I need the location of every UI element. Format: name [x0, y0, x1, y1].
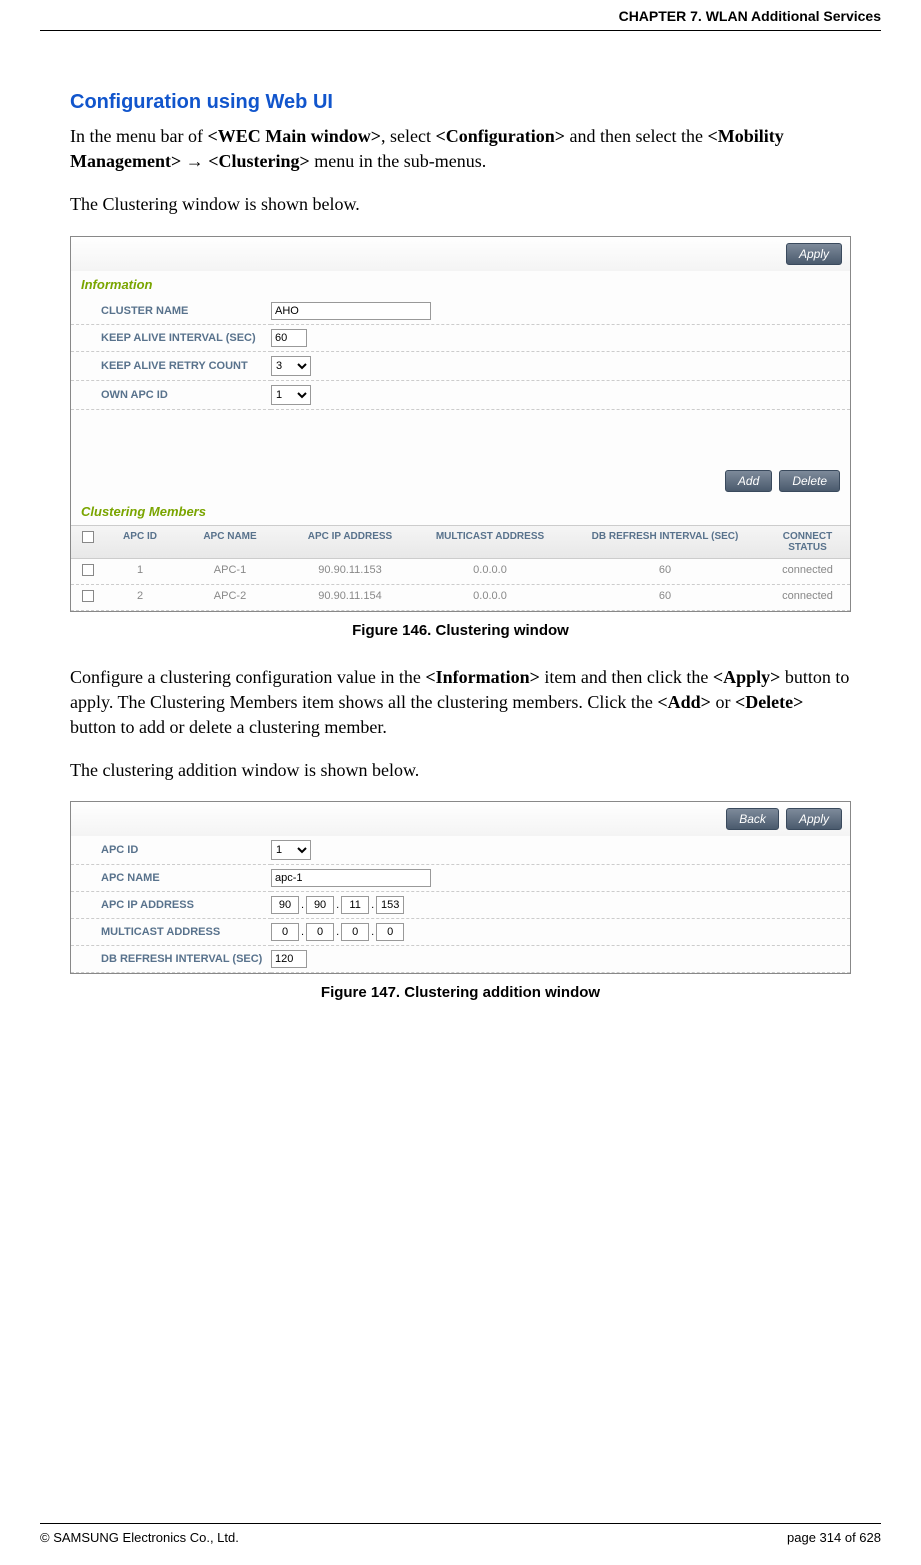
- keep-alive-interval-input[interactable]: [271, 329, 307, 347]
- bold-text: <Clustering>: [208, 151, 310, 171]
- figure-clustering-addition: Back Apply APC ID 1 APC NAME APC IP ADDR…: [70, 801, 851, 974]
- cell-apc-name: APC-2: [175, 585, 285, 610]
- row-checkbox[interactable]: [82, 590, 94, 602]
- ip-octet-2-input[interactable]: [306, 896, 334, 914]
- figure-caption-2: Figure 147. Clustering addition window: [70, 984, 851, 1001]
- label-multicast: MULTICAST ADDRESS: [71, 919, 271, 946]
- text: menu in the sub-menus.: [310, 151, 486, 171]
- col-connect-status: CONNECT STATUS: [765, 526, 850, 558]
- col-apc-id: APC ID: [105, 526, 175, 558]
- label-db-refresh: DB REFRESH INTERVAL (SEC): [71, 946, 271, 973]
- bold-text: <Information>: [425, 667, 540, 687]
- mc-octet-3-input[interactable]: [341, 923, 369, 941]
- page-header: CHAPTER 7. WLAN Additional Services: [40, 0, 881, 31]
- cell-db-refresh: 60: [565, 585, 765, 610]
- label-apc-name: APC NAME: [71, 865, 271, 892]
- apc-id-select[interactable]: 1: [271, 840, 311, 860]
- figure-caption-1: Figure 146. Clustering window: [70, 622, 851, 639]
- ip-octet-4-input[interactable]: [376, 896, 404, 914]
- checkbox-all[interactable]: [82, 531, 94, 543]
- label-apc-id: APC ID: [71, 836, 271, 865]
- bold-text: <Add>: [657, 692, 711, 712]
- cell-db-refresh: 60: [565, 559, 765, 584]
- section-heading: Configuration using Web UI: [70, 91, 851, 114]
- col-apc-name: APC NAME: [175, 526, 285, 558]
- db-refresh-input[interactable]: [271, 950, 307, 968]
- delete-button[interactable]: Delete: [779, 470, 840, 492]
- label-keep-alive-interval: KEEP ALIVE INTERVAL (SEC): [71, 324, 271, 351]
- text: Configure a clustering configuration val…: [70, 667, 425, 687]
- cell-apc-id: 1: [105, 559, 175, 584]
- dot-icon: .: [334, 926, 341, 938]
- table-row: 1 APC-1 90.90.11.153 0.0.0.0 60 connecte…: [71, 559, 850, 585]
- ip-octet-1-input[interactable]: [271, 896, 299, 914]
- figure-clustering-window: Apply Information CLUSTER NAME KEEP ALIV…: [70, 236, 851, 612]
- text: In the menu bar of: [70, 126, 207, 146]
- bold-text: <Delete>: [735, 692, 803, 712]
- dot-icon: .: [299, 899, 306, 911]
- dot-icon: .: [369, 899, 376, 911]
- col-db-refresh: DB REFRESH INTERVAL (SEC): [565, 526, 765, 558]
- back-button[interactable]: Back: [726, 808, 779, 830]
- col-apc-ip: APC IP ADDRESS: [285, 526, 415, 558]
- text: button to add or delete a clustering mem…: [70, 717, 387, 737]
- apply-button[interactable]: Apply: [786, 808, 842, 830]
- apc-name-input[interactable]: [271, 869, 431, 887]
- paragraph-4: The clustering addition window is shown …: [70, 758, 851, 783]
- page-number: page 314 of 628: [787, 1530, 881, 1545]
- apply-button[interactable]: Apply: [786, 243, 842, 265]
- text: or: [711, 692, 735, 712]
- text: , select: [381, 126, 435, 146]
- clustering-members-heading: Clustering Members: [71, 498, 850, 525]
- text: and then select the: [565, 126, 707, 146]
- row-checkbox[interactable]: [82, 564, 94, 576]
- label-keep-alive-retry: KEEP ALIVE RETRY COUNT: [71, 351, 271, 380]
- cell-connect-status: connected: [765, 585, 850, 610]
- own-apc-id-select[interactable]: 1: [271, 385, 311, 405]
- bold-text: <Configuration>: [435, 126, 565, 146]
- cell-multicast: 0.0.0.0: [415, 559, 565, 584]
- members-table-header: APC ID APC NAME APC IP ADDRESS MULTICAST…: [71, 525, 850, 559]
- cell-apc-name: APC-1: [175, 559, 285, 584]
- mc-octet-2-input[interactable]: [306, 923, 334, 941]
- bold-text: <Apply>: [713, 667, 781, 687]
- col-multicast: MULTICAST ADDRESS: [415, 526, 565, 558]
- cell-connect-status: connected: [765, 559, 850, 584]
- copyright-text: © SAMSUNG Electronics Co., Ltd.: [40, 1530, 239, 1545]
- label-apc-ip: APC IP ADDRESS: [71, 892, 271, 919]
- bold-text: <WEC Main window>: [207, 126, 381, 146]
- paragraph-2: The Clustering window is shown below.: [70, 192, 851, 217]
- label-own-apc-id: OWN APC ID: [71, 380, 271, 409]
- cluster-name-input[interactable]: [271, 302, 431, 320]
- mc-octet-4-input[interactable]: [376, 923, 404, 941]
- arrow-icon: →: [181, 151, 208, 171]
- cell-apc-id: 2: [105, 585, 175, 610]
- cell-apc-ip: 90.90.11.153: [285, 559, 415, 584]
- information-heading: Information: [71, 271, 850, 298]
- dot-icon: .: [299, 926, 306, 938]
- add-button[interactable]: Add: [725, 470, 772, 492]
- dot-icon: .: [369, 926, 376, 938]
- label-cluster-name: CLUSTER NAME: [71, 298, 271, 325]
- page-footer: © SAMSUNG Electronics Co., Ltd. page 314…: [40, 1523, 881, 1545]
- paragraph-1: In the menu bar of <WEC Main window>, se…: [70, 124, 851, 174]
- text: item and then click the: [540, 667, 713, 687]
- paragraph-3: Configure a clustering configuration val…: [70, 665, 851, 741]
- cell-multicast: 0.0.0.0: [415, 585, 565, 610]
- dot-icon: .: [334, 899, 341, 911]
- cell-apc-ip: 90.90.11.154: [285, 585, 415, 610]
- table-row: 2 APC-2 90.90.11.154 0.0.0.0 60 connecte…: [71, 585, 850, 611]
- keep-alive-retry-select[interactable]: 3: [271, 356, 311, 376]
- ip-octet-3-input[interactable]: [341, 896, 369, 914]
- mc-octet-1-input[interactable]: [271, 923, 299, 941]
